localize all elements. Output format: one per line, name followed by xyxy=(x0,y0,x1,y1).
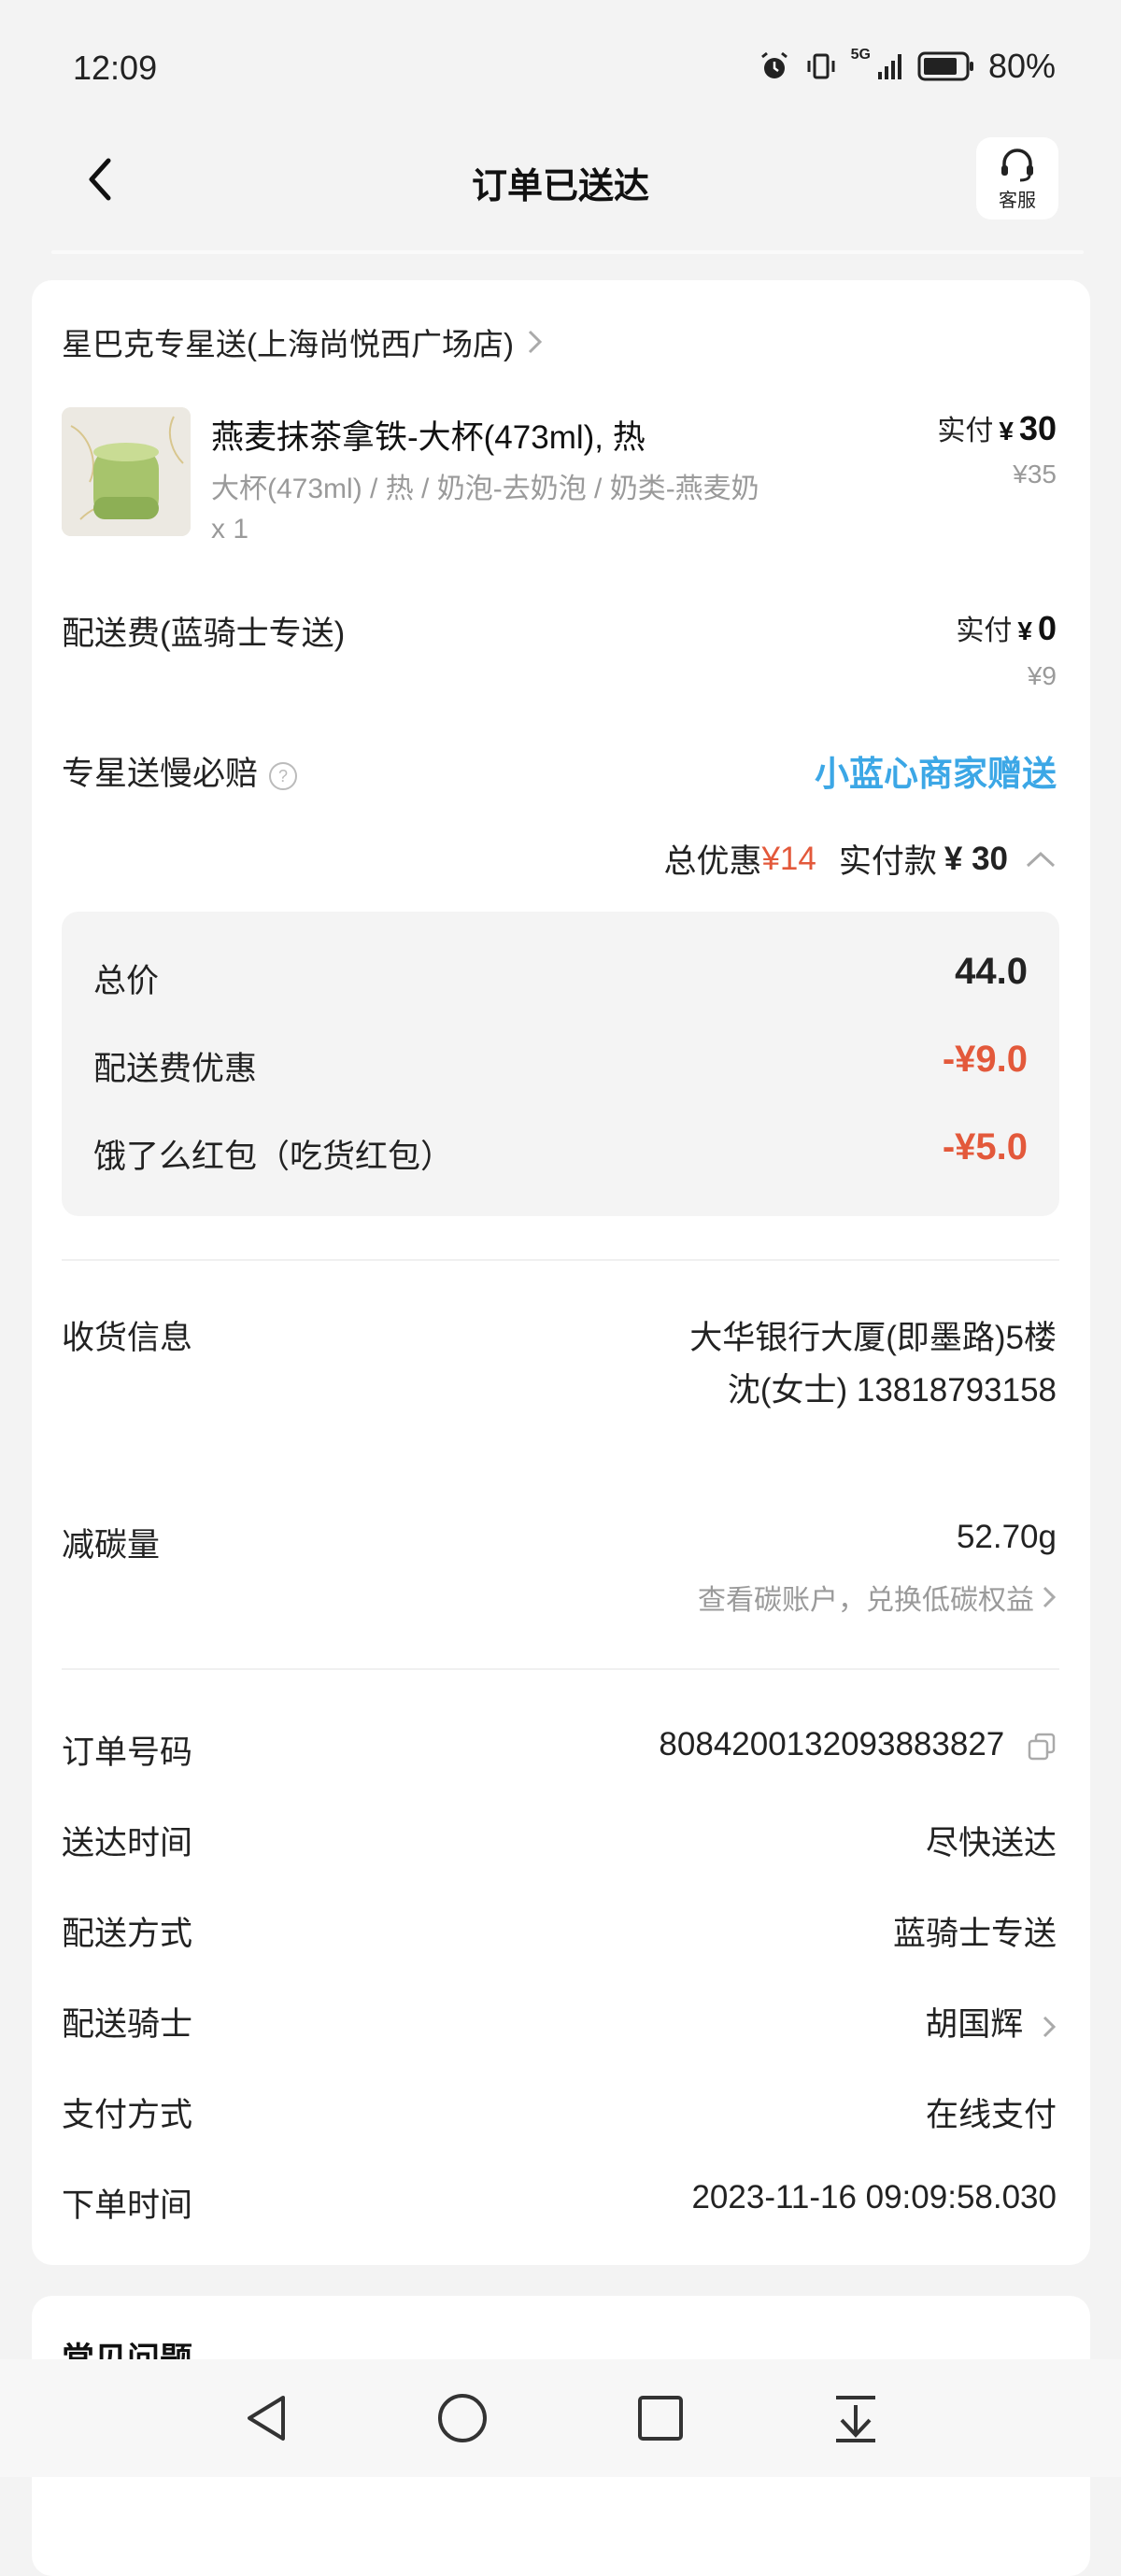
nav-pull-down-icon[interactable] xyxy=(832,2392,879,2444)
guarantee-link[interactable]: 小蓝心商家赠送 xyxy=(815,745,1057,796)
store-name: 星巴克专星送(上海尚悦西广场店) xyxy=(62,327,514,361)
product-paid-label: 实付 xyxy=(937,416,994,446)
product-paid: 实付 ¥ 30 xyxy=(937,407,1057,448)
battery-icon xyxy=(917,51,973,81)
alarm-icon xyxy=(760,51,788,78)
breakdown-row: 总价 44.0 xyxy=(93,951,1028,1002)
delivery-fee-paid-value: 0 xyxy=(1037,609,1057,647)
product-name: 燕麦抹茶拿铁-大杯(473ml), 热 xyxy=(211,419,646,456)
order-time-value: 2023-11-16 09:09:58.030 xyxy=(691,2179,1057,2215)
delivery-time-value: 尽快送达 xyxy=(925,1825,1057,1861)
chevron-right-icon xyxy=(528,330,543,354)
breakdown-label: 饿了么红包（吃货红包） xyxy=(93,1139,454,1175)
delivery-time-label: 送达时间 xyxy=(62,1825,193,1861)
rider-label: 配送骑士 xyxy=(62,2006,193,2043)
rider-row[interactable]: 胡国辉 xyxy=(925,1998,1057,2045)
breakdown-value: 44.0 xyxy=(955,951,1028,992)
page-title: 订单已送达 xyxy=(471,167,649,206)
order-number-label: 订单号码 xyxy=(62,1734,193,1771)
delivery-fee-label: 配送费(蓝骑士专送) xyxy=(62,616,346,652)
nav-recents-icon[interactable] xyxy=(636,2394,685,2442)
delivery-method-value: 蓝骑士专送 xyxy=(892,1916,1057,1952)
copy-icon[interactable] xyxy=(1027,1732,1057,1762)
carbon-label: 减碳量 xyxy=(62,1527,161,1564)
carbon-account-link[interactable]: 查看碳账户，兑换低碳权益 xyxy=(698,1577,1057,1618)
status-bar: 12:09 5G 80% xyxy=(0,0,1121,140)
price-summary[interactable]: 总优惠 ¥14 实付款 ¥ 30 xyxy=(663,835,1057,883)
nav-back-icon[interactable] xyxy=(242,2392,289,2444)
store-link[interactable]: 星巴克专星送(上海尚悦西广场店) xyxy=(62,319,544,364)
system-nav-bar xyxy=(0,2359,1121,2477)
status-time: 12:09 xyxy=(73,49,158,87)
header-divider xyxy=(51,250,1084,254)
breakdown-value: -¥9.0 xyxy=(942,1039,1028,1080)
status-icons: 5G 80% xyxy=(758,47,1056,86)
battery-percent: 80% xyxy=(987,47,1056,85)
headset-icon xyxy=(1001,149,1033,182)
breakdown-label: 配送费优惠 xyxy=(93,1051,258,1087)
header: 订单已送达 客服 xyxy=(0,137,1121,252)
rider-name: 胡国辉 xyxy=(925,2006,1024,2043)
delivery-fee-paid-yen: ¥ xyxy=(1017,616,1032,645)
breakdown-label: 总价 xyxy=(93,963,160,999)
paid-total-value: ¥ 30 xyxy=(944,840,1008,877)
breakdown-row: 配送费优惠 -¥9.0 xyxy=(93,1039,1028,1090)
receiver-label: 收货信息 xyxy=(62,1320,193,1356)
guarantee-label: 专星送慢必赔 xyxy=(62,756,259,792)
order-time-label: 下单时间 xyxy=(62,2187,193,2224)
network-label: 5G xyxy=(850,47,871,63)
divider xyxy=(62,1668,1059,1670)
breakdown-row: 饿了么红包（吃货红包） -¥5.0 xyxy=(93,1126,1028,1178)
customer-service-button[interactable]: 客服 xyxy=(976,137,1058,219)
customer-service-label: 客服 xyxy=(999,191,1036,211)
order-number-value: 8084200132093883827 xyxy=(659,1726,1005,1762)
payment-method-label: 支付方式 xyxy=(62,2097,193,2133)
receiver-contact: 沈(女士) 13818793158 xyxy=(727,1372,1057,1408)
product-paid-yen: ¥ xyxy=(999,417,1014,446)
product-spec: 大杯(473ml) / 热 / 奶泡-去奶泡 / 奶类-燕麦奶 xyxy=(211,474,759,504)
paid-total-label: 实付款 xyxy=(838,843,937,880)
chevron-right-icon xyxy=(1043,2016,1057,2037)
vibrate-icon xyxy=(807,53,835,79)
breakdown-value: -¥5.0 xyxy=(942,1126,1028,1168)
order-card: 星巴克专星送(上海尚悦西广场店) 燕麦抹茶拿铁-大杯(473ml), 热 大杯(… xyxy=(32,280,1090,2265)
discount-label: 总优惠 xyxy=(663,843,762,880)
delivery-method-label: 配送方式 xyxy=(62,1916,193,1952)
guarantee-row: 专星送慢必赔? xyxy=(62,747,298,795)
receiver-address: 大华银行大厦(即墨路)5楼 xyxy=(689,1320,1057,1356)
product-image xyxy=(62,407,191,536)
divider xyxy=(62,1259,1059,1261)
product-quantity: x 1 xyxy=(211,514,249,545)
delivery-fee-paid: 实付 ¥ 0 xyxy=(956,607,1057,648)
discount-value: ¥14 xyxy=(761,840,816,877)
chevron-up-icon xyxy=(1026,851,1056,867)
chevron-right-icon xyxy=(1043,1586,1057,1608)
product-paid-value: 30 xyxy=(1018,409,1057,447)
price-breakdown: 总价 44.0 配送费优惠 -¥9.0 饿了么红包（吃货红包） -¥5.0 xyxy=(62,912,1059,1216)
nav-home-icon[interactable] xyxy=(436,2392,489,2444)
order-number-row: 8084200132093883827 xyxy=(659,1726,1057,1763)
payment-method-value: 在线支付 xyxy=(925,2097,1057,2133)
carbon-value: 52.70g xyxy=(956,1519,1057,1555)
carbon-link-text: 查看碳账户，兑换低碳权益 xyxy=(698,1585,1034,1616)
signal-icon xyxy=(877,54,901,79)
product-original-price: ¥35 xyxy=(1013,460,1057,488)
delivery-fee-original-price: ¥9 xyxy=(1027,661,1057,690)
delivery-fee-paid-label: 实付 xyxy=(956,616,1013,646)
help-icon[interactable]: ? xyxy=(269,761,298,790)
